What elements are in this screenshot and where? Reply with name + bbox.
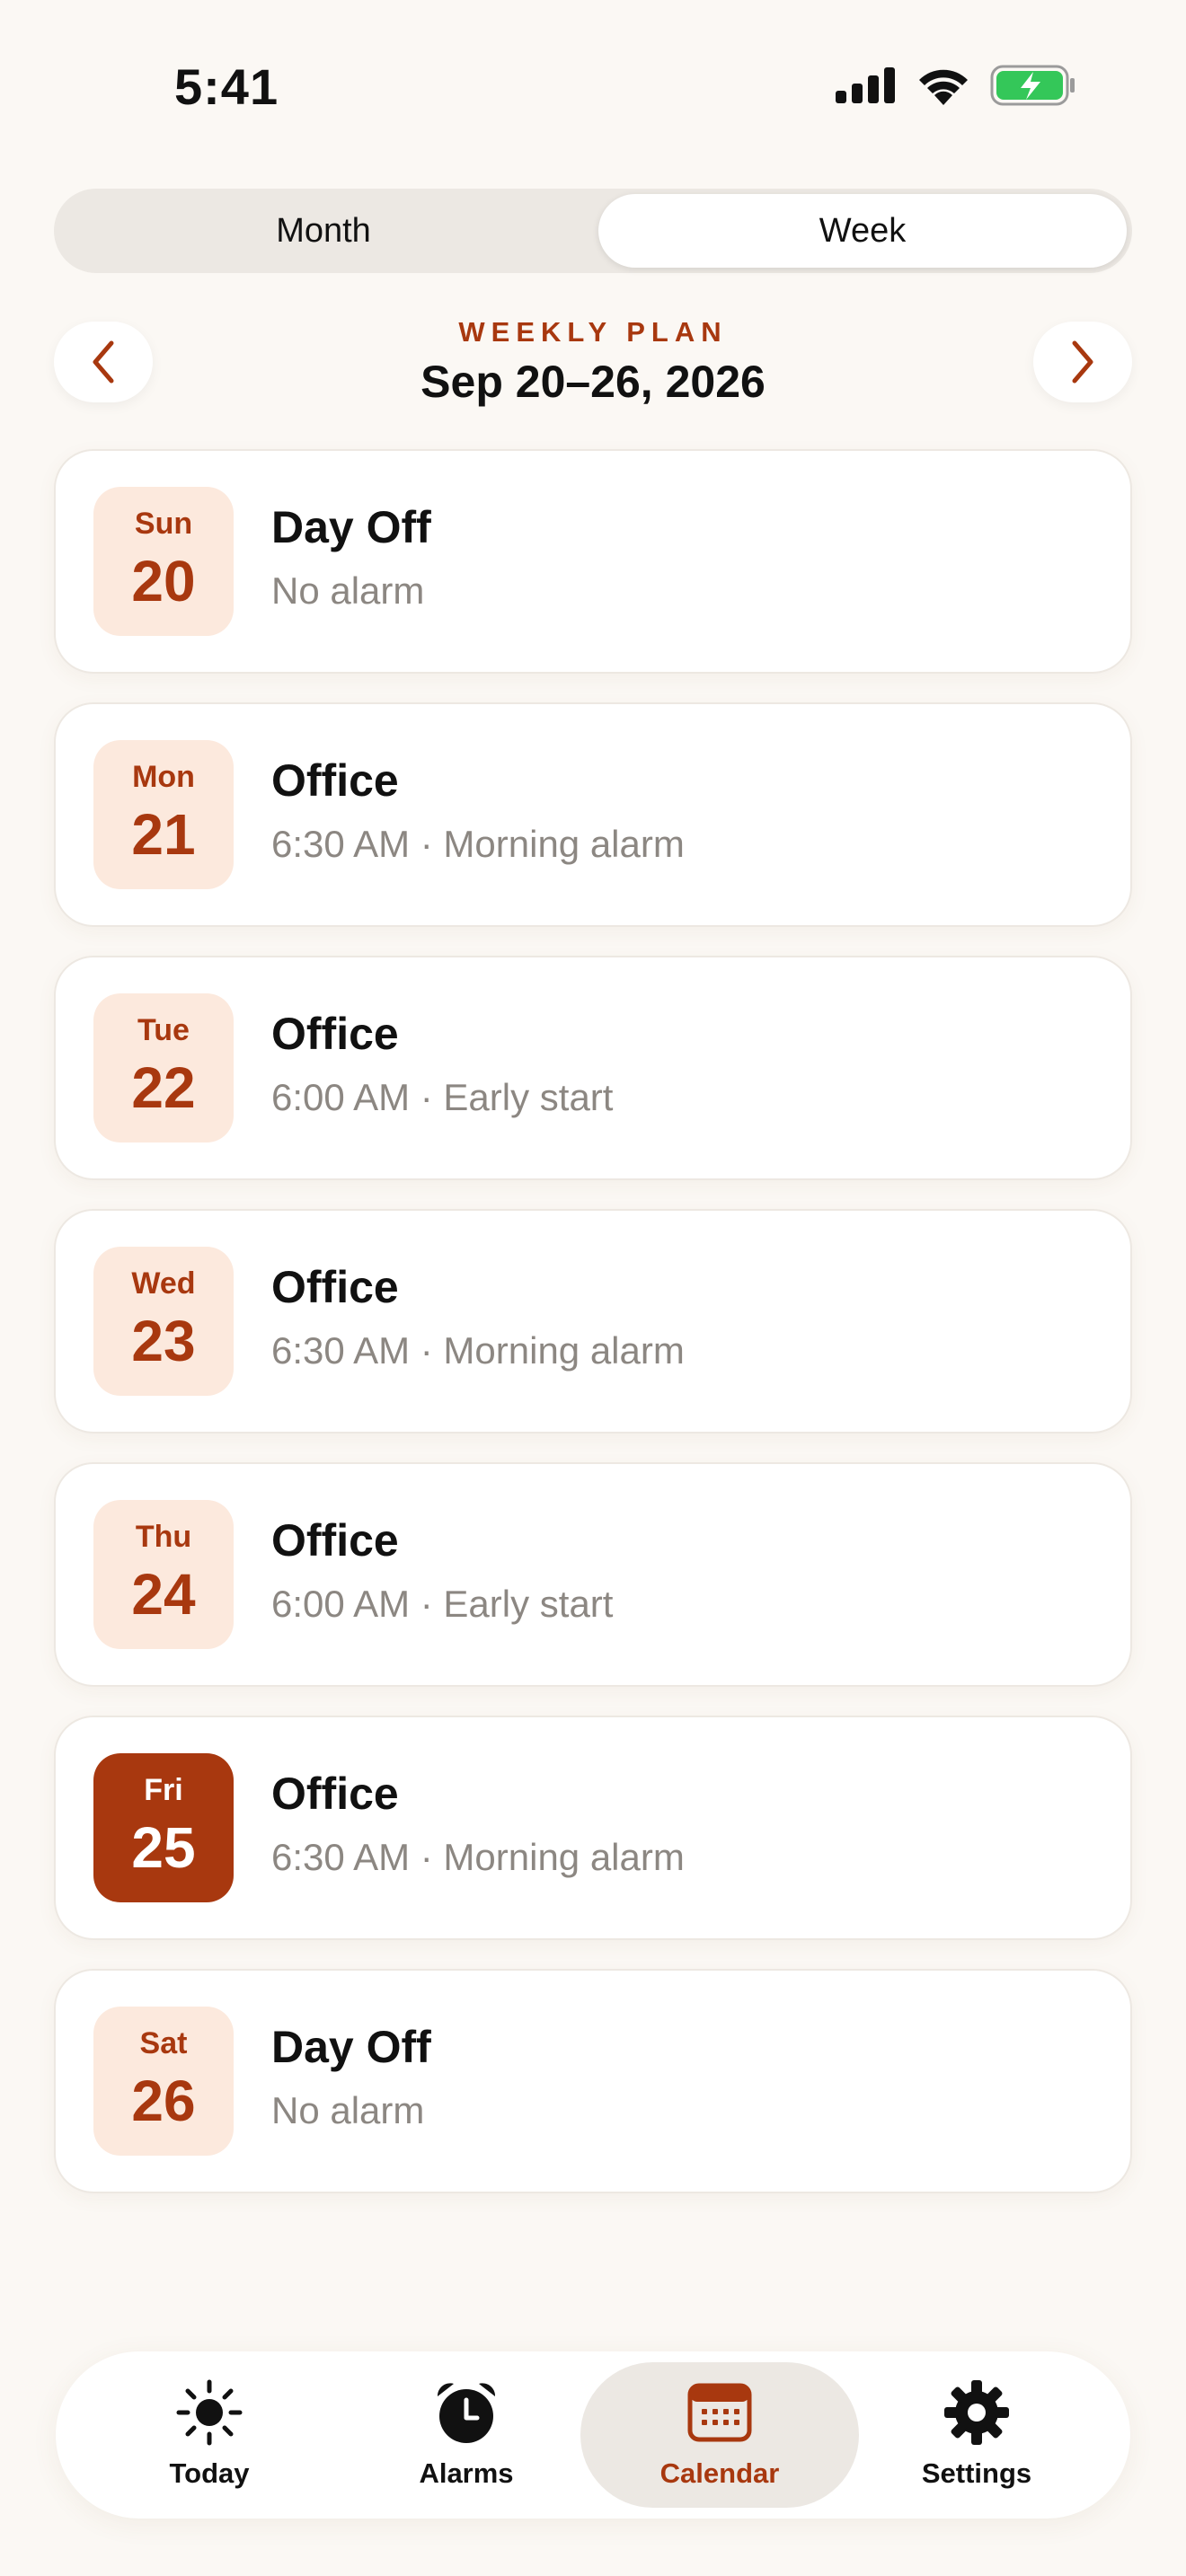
status-icons (836, 65, 1076, 106)
week-range-title: Sep 20–26, 2026 (420, 357, 766, 407)
tab-label: Today (169, 2457, 250, 2489)
calendar-icon (687, 2383, 752, 2442)
battery-charging-icon (990, 65, 1075, 106)
day-of-week: Mon (132, 760, 195, 794)
day-of-week: Tue (137, 1013, 190, 1047)
tab-alarms[interactable]: Alarms (327, 2362, 606, 2508)
tab-bar: Today Alarms Calendar Settings (56, 2351, 1130, 2519)
week-day-list: Sun 20 Day Off No alarm Mon 21 Office 6:… (54, 449, 1132, 2222)
date-badge: Thu 24 (93, 1500, 234, 1649)
day-of-week: Fri (144, 1773, 183, 1807)
day-card-mon[interactable]: Mon 21 Office 6:30 AM · Morning alarm (54, 702, 1132, 927)
day-subtitle: 6:30 AM · Morning alarm (271, 1329, 685, 1372)
month-segment[interactable]: Month (59, 194, 588, 268)
day-card-fri[interactable]: Fri 25 Office 6:30 AM · Morning alarm (54, 1716, 1132, 1940)
day-card-tue[interactable]: Tue 22 Office 6:00 AM · Early start (54, 956, 1132, 1180)
day-subtitle: No alarm (271, 569, 425, 612)
day-number: 21 (131, 802, 196, 867)
date-badge-selected: Fri 25 (93, 1753, 234, 1902)
day-title: Office (271, 755, 399, 806)
day-subtitle: 6:30 AM · Morning alarm (271, 823, 685, 865)
day-number: 24 (131, 1562, 196, 1627)
tab-settings[interactable]: Settings (837, 2362, 1116, 2508)
day-of-week: Thu (135, 1520, 192, 1554)
view-toggle: Month Week (54, 189, 1132, 273)
day-subtitle: 6:00 AM · Early start (271, 1583, 614, 1625)
day-title: Office (271, 1515, 399, 1566)
alarm-clock-icon (437, 2383, 496, 2443)
date-badge: Sat 26 (93, 2007, 234, 2156)
next-week-button[interactable] (1033, 322, 1132, 402)
day-card-sat[interactable]: Sat 26 Day Off No alarm (54, 1969, 1132, 2193)
day-number: 26 (131, 2069, 196, 2133)
gear-icon (944, 2380, 1009, 2445)
day-title: Day Off (271, 502, 431, 552)
date-badge: Wed 23 (93, 1247, 234, 1396)
day-title: Office (271, 1009, 399, 1059)
date-badge: Sun 20 (93, 487, 234, 636)
wifi-icon (919, 69, 968, 105)
day-title: Office (271, 1769, 399, 1819)
day-card-wed[interactable]: Wed 23 Office 6:30 AM · Morning alarm (54, 1209, 1132, 1434)
day-number: 23 (131, 1309, 196, 1373)
day-subtitle: No alarm (271, 2089, 425, 2131)
sun-icon (176, 2379, 243, 2446)
week-eyebrow: WEEKLY PLAN (458, 316, 728, 348)
chevron-right-icon (1072, 340, 1093, 384)
status-time: 5:41 (174, 58, 279, 115)
week-segment[interactable]: Week (598, 194, 1127, 268)
day-subtitle: 6:00 AM · Early start (271, 1076, 614, 1118)
tab-today[interactable]: Today (70, 2362, 349, 2508)
day-title: Office (271, 1262, 399, 1312)
day-number: 20 (131, 549, 196, 613)
day-card-sun[interactable]: Sun 20 Day Off No alarm (54, 449, 1132, 674)
tab-label: Settings (921, 2457, 1032, 2489)
day-card-thu[interactable]: Thu 24 Office 6:00 AM · Early start (54, 1462, 1132, 1687)
day-number: 22 (131, 1055, 196, 1120)
date-badge: Mon 21 (93, 740, 234, 889)
cellular-signal-icon (836, 67, 895, 103)
tab-calendar[interactable]: Calendar (580, 2362, 859, 2508)
day-of-week: Wed (131, 1266, 196, 1301)
status-bar: 5:41 (0, 0, 1186, 171)
day-subtitle: 6:30 AM · Morning alarm (271, 1836, 685, 1878)
day-of-week: Sun (134, 507, 193, 541)
day-number: 25 (131, 1815, 196, 1880)
tab-label: Alarms (419, 2457, 514, 2489)
tab-label: Calendar (659, 2457, 780, 2489)
date-badge: Tue 22 (93, 993, 234, 1142)
day-of-week: Sat (139, 2026, 188, 2060)
day-title: Day Off (271, 2022, 431, 2072)
